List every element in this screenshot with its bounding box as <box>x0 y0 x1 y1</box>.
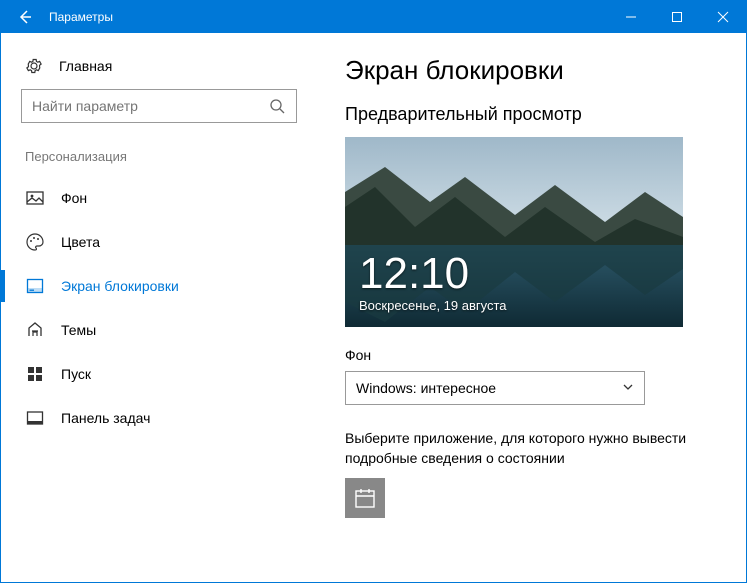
themes-icon <box>25 320 45 340</box>
window-title: Параметры <box>49 10 113 24</box>
category-header: Персонализация <box>21 149 297 176</box>
sidebar: Главная Персонализация Фон <box>1 33 317 582</box>
nav-item-themes[interactable]: Темы <box>21 308 297 352</box>
nav-label: Панель задач <box>61 410 150 426</box>
nav-label: Фон <box>61 190 87 206</box>
minimize-button[interactable] <box>608 1 654 33</box>
taskbar-icon <box>25 408 45 428</box>
settings-window: Параметры Главная Пе <box>0 0 747 583</box>
minimize-icon <box>625 11 637 23</box>
nav-item-colors[interactable]: Цвета <box>21 220 297 264</box>
palette-icon <box>25 232 45 252</box>
nav-label: Экран блокировки <box>61 278 179 294</box>
content: Главная Персонализация Фон <box>1 33 746 582</box>
lockscreen-icon <box>25 276 45 296</box>
nav-label: Пуск <box>61 366 91 382</box>
maximize-icon <box>671 11 683 23</box>
gear-icon <box>25 57 43 75</box>
dropdown-value: Windows: интересное <box>356 380 496 396</box>
search-box[interactable] <box>21 89 297 123</box>
app-status-hint: Выберите приложение, для которого нужно … <box>345 429 705 468</box>
preview-date: Воскресенье, 19 августа <box>359 298 507 313</box>
chevron-down-icon <box>622 380 634 396</box>
nav-label: Цвета <box>61 234 100 250</box>
nav-item-lockscreen[interactable]: Экран блокировки <box>21 264 297 308</box>
home-label: Главная <box>59 58 112 74</box>
preview-time: 12:10 <box>359 252 507 296</box>
search-input[interactable] <box>32 98 268 114</box>
nav-item-start[interactable]: Пуск <box>21 352 297 396</box>
search-icon <box>268 97 286 115</box>
close-button[interactable] <box>700 1 746 33</box>
maximize-button[interactable] <box>654 1 700 33</box>
nav-label: Темы <box>61 322 96 338</box>
calendar-icon <box>354 487 376 509</box>
titlebar: Параметры <box>1 1 746 33</box>
nav-list: Фон Цвета Экран блокировки <box>21 176 297 440</box>
page-heading: Экран блокировки <box>345 55 718 86</box>
close-icon <box>717 11 729 23</box>
picture-icon <box>25 188 45 208</box>
start-icon <box>25 364 45 384</box>
nav-item-taskbar[interactable]: Панель задач <box>21 396 297 440</box>
arrow-left-icon <box>17 9 33 25</box>
preview-label: Предварительный просмотр <box>345 104 718 125</box>
app-status-tile[interactable] <box>345 478 385 518</box>
nav-item-background[interactable]: Фон <box>21 176 297 220</box>
main-panel: Экран блокировки Предварительный просмот… <box>317 33 746 582</box>
background-dropdown[interactable]: Windows: интересное <box>345 371 645 405</box>
background-label: Фон <box>345 347 718 363</box>
lockscreen-preview: 12:10 Воскресенье, 19 августа <box>345 137 683 327</box>
home-nav[interactable]: Главная <box>21 51 297 89</box>
back-button[interactable] <box>1 1 49 33</box>
preview-overlay: 12:10 Воскресенье, 19 августа <box>359 252 507 313</box>
